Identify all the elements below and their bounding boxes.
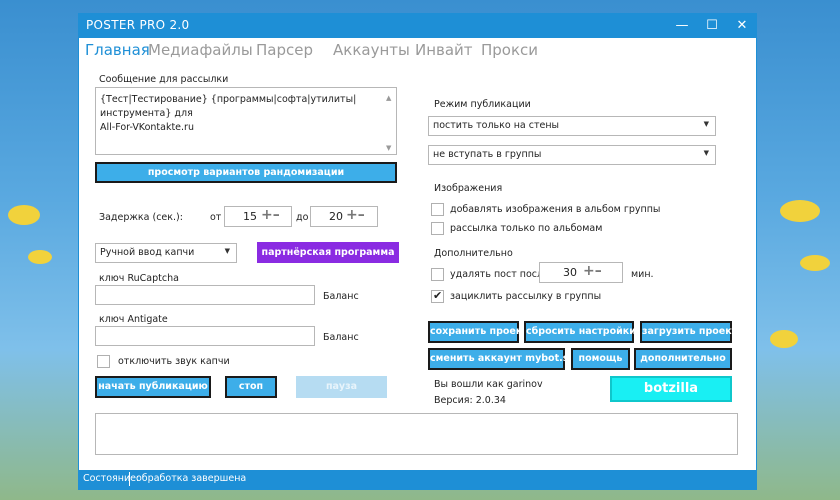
tab-media[interactable]: Медиафайлы	[148, 41, 253, 59]
join-groups-value: не вступать в группы	[433, 149, 542, 160]
chevron-down-icon: ▼	[703, 120, 709, 128]
tab-invite[interactable]: Инвайт	[415, 41, 473, 59]
delay-to-value: 20	[329, 210, 343, 223]
change-account-button[interactable]: сменить аккаунт mybot.su	[428, 348, 575, 370]
status-value: обработка завершена	[136, 473, 247, 484]
help-button[interactable]: помощь	[571, 348, 630, 370]
status-label: Состояние:	[83, 473, 140, 484]
partner-program-button[interactable]: партнёрская программа	[257, 242, 399, 263]
delay-from-label: от	[210, 212, 222, 223]
delay-to-label: до	[296, 212, 309, 223]
delete-post-label: удалять пост после	[450, 269, 549, 280]
captcha-mode-value: Ручной ввод капчи	[100, 247, 195, 258]
app-window: POSTER PRO 2.0 — ☐ ✕ Главная Медиафайлы …	[78, 13, 757, 490]
rucaptcha-key-input[interactable]	[95, 285, 315, 305]
delay-label: Задержка (сек.):	[99, 212, 183, 223]
pause-button[interactable]: пауза	[296, 376, 387, 398]
albums-only-label: рассылка только по альбомам	[450, 223, 603, 234]
loop-label: зациклить рассылку в группы	[450, 291, 602, 302]
publish-mode-label: Режим публикации	[434, 99, 531, 110]
delete-post-checkbox[interactable]	[431, 268, 444, 281]
publish-target-select[interactable]: постить только на стены ▼	[428, 116, 716, 136]
minimize-icon[interactable]: —	[667, 14, 697, 38]
publish-target-value: постить только на стены	[433, 120, 560, 131]
delay-to-stepper[interactable]: +–	[346, 207, 365, 223]
tab-proxy[interactable]: Прокси	[481, 41, 538, 59]
log-output	[95, 413, 738, 455]
antigate-label: ключ Antigate	[99, 314, 168, 325]
reset-settings-button[interactable]: сбросить настройки	[524, 321, 636, 343]
antigate-balance-label: Баланс	[323, 332, 359, 343]
delete-post-unit: мин.	[631, 269, 654, 280]
stop-button[interactable]: стоп	[225, 376, 277, 398]
load-project-button[interactable]: загрузить проект	[640, 321, 737, 343]
rucaptcha-label: ключ RuCaptcha	[99, 273, 179, 284]
logged-in-text: Вы вошли как garinov	[434, 379, 543, 390]
version-text: Версия: 2.0.34	[434, 395, 506, 406]
captcha-mode-select[interactable]: Ручной ввод капчи ▼	[95, 243, 237, 263]
wallpaper-flower	[28, 250, 52, 264]
chevron-down-icon: ▼	[224, 247, 230, 255]
botzilla-button[interactable]: botzilla	[610, 376, 732, 402]
tab-main[interactable]: Главная	[85, 41, 150, 59]
add-to-album-checkbox[interactable]	[431, 203, 444, 216]
mute-captcha-label: отключить звук капчи	[118, 356, 230, 367]
message-label: Сообщение для рассылки	[99, 74, 229, 85]
start-publishing-button[interactable]: начать публикацию	[95, 376, 211, 398]
status-divider	[129, 472, 130, 486]
extra-label: Дополнительно	[434, 248, 513, 259]
add-to-album-label: добавлять изображения в альбом группы	[450, 204, 661, 215]
wallpaper-flower	[800, 255, 830, 271]
delete-post-stepper[interactable]: +–	[583, 263, 602, 279]
tab-parser[interactable]: Парсер	[256, 41, 313, 59]
wallpaper-flower	[8, 205, 40, 225]
albums-only-checkbox[interactable]	[431, 222, 444, 235]
tab-accounts[interactable]: Аккаунты	[333, 41, 410, 59]
close-icon[interactable]: ✕	[727, 14, 757, 38]
rucaptcha-balance-label: Баланс	[323, 291, 359, 302]
delay-from-value: 15	[243, 210, 257, 223]
titlebar: POSTER PRO 2.0 — ☐ ✕	[79, 14, 756, 38]
mute-captcha-checkbox[interactable]	[97, 355, 110, 368]
preview-randomization-button[interactable]: просмотр вариантов рандомизации	[95, 162, 397, 183]
chevron-down-icon: ▼	[703, 149, 709, 157]
antigate-key-input[interactable]	[95, 326, 315, 346]
more-button[interactable]: дополнительно	[634, 348, 732, 370]
delete-post-minutes-value: 30	[563, 266, 577, 279]
message-textarea[interactable]: {Тест|Тестирование} {программы|софта|ути…	[95, 87, 397, 155]
save-project-button[interactable]: сохранить проект	[428, 321, 528, 343]
maximize-icon[interactable]: ☐	[697, 14, 727, 38]
loop-checkbox[interactable]	[431, 289, 444, 303]
status-bar: Состояние: обработка завершена	[79, 470, 756, 489]
delay-from-stepper[interactable]: +–	[261, 207, 280, 223]
window-title: POSTER PRO 2.0	[86, 18, 190, 32]
wallpaper-flower	[770, 330, 798, 348]
wallpaper-flower	[780, 200, 820, 222]
join-groups-select[interactable]: не вступать в группы ▼	[428, 145, 716, 165]
images-label: Изображения	[434, 183, 503, 194]
